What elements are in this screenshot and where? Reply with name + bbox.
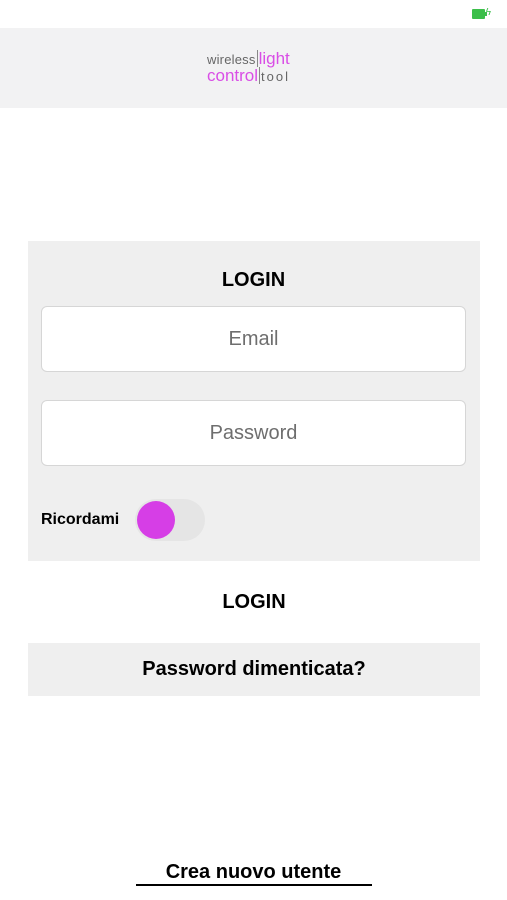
logo-line-2: control tool <box>207 67 290 85</box>
create-user-link[interactable]: Crea nuovo utente <box>0 860 507 884</box>
create-user-underline <box>136 884 372 886</box>
logo-word-tool: tool <box>261 69 290 84</box>
password-field[interactable] <box>41 400 466 466</box>
login-button[interactable]: LOGIN <box>28 562 480 642</box>
toggle-knob <box>137 501 175 539</box>
status-bar: ϟ <box>0 0 507 28</box>
forgot-password-button[interactable]: Password dimenticata? <box>28 643 480 696</box>
charging-bolt-icon: ϟ <box>485 7 491 18</box>
logo-word-control: control <box>207 66 259 85</box>
remember-me-toggle[interactable] <box>135 499 205 541</box>
login-title: LOGIN <box>221 269 286 291</box>
logo-word-wireless: wireless <box>207 52 256 67</box>
app-logo: wireless light control tool <box>207 48 307 88</box>
battery-icon <box>472 9 487 19</box>
logo-divider <box>256 50 258 67</box>
remember-me-label: Ricordami <box>41 511 120 528</box>
email-field[interactable] <box>41 306 466 372</box>
logo-word-light: light <box>258 49 290 68</box>
logo-divider <box>259 67 261 84</box>
